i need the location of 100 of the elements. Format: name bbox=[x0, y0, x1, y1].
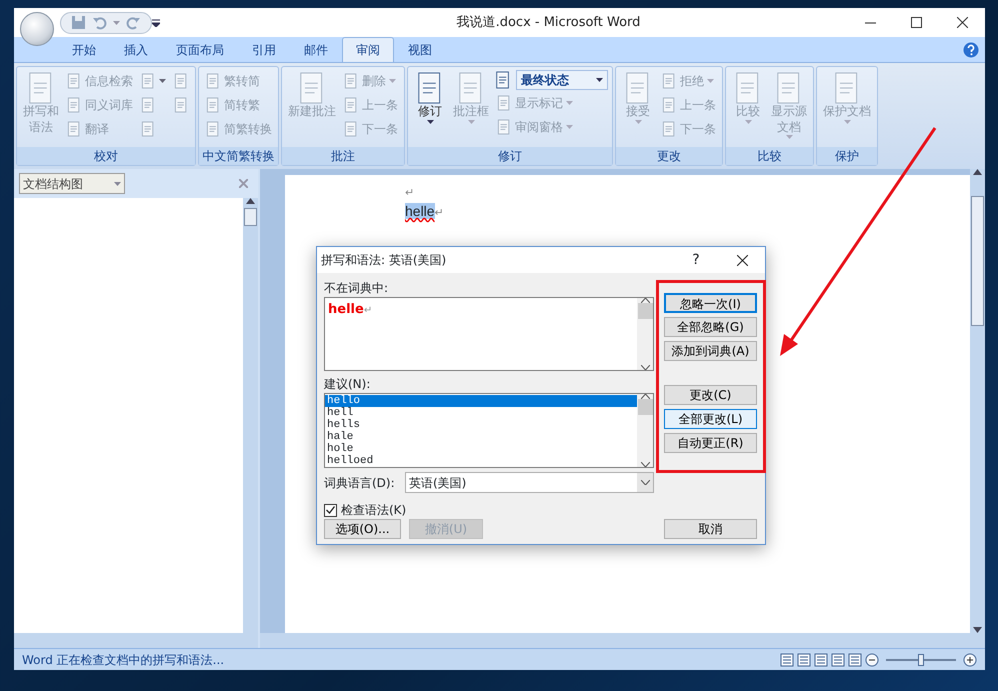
save-icon[interactable] bbox=[71, 15, 86, 30]
caret-icon bbox=[426, 120, 434, 124]
group-label: 比较 bbox=[726, 147, 813, 165]
scrollbar[interactable] bbox=[637, 298, 653, 370]
document-icon bbox=[496, 119, 512, 135]
ribbon-tab[interactable]: 开始 bbox=[58, 37, 110, 62]
scrollbar[interactable] bbox=[14, 633, 258, 648]
field-label: 词典语言(D): bbox=[324, 474, 395, 492]
view-icon[interactable] bbox=[831, 652, 845, 666]
caret-icon bbox=[389, 79, 396, 83]
ribbon-tab[interactable]: 引用 bbox=[238, 37, 290, 62]
document-icon bbox=[661, 121, 677, 137]
checkbox[interactable] bbox=[324, 504, 337, 516]
language-dropdown[interactable]: 英语(美国) bbox=[405, 472, 654, 493]
caret-icon bbox=[844, 120, 850, 124]
dialog-button[interactable]: 选项(O)... bbox=[324, 519, 401, 539]
up-arrow-icon bbox=[973, 169, 982, 175]
view-icon[interactable] bbox=[848, 652, 862, 666]
redo-icon[interactable] bbox=[126, 15, 141, 30]
suggestion-item[interactable]: hells bbox=[325, 419, 637, 431]
view-icon[interactable] bbox=[780, 652, 794, 666]
check-icon bbox=[326, 506, 335, 514]
suggestion-item[interactable]: hole bbox=[325, 443, 637, 455]
document-icon bbox=[66, 97, 82, 113]
suggestion-item[interactable]: hale bbox=[325, 431, 637, 443]
cancel-button[interactable]: 取消 bbox=[664, 519, 757, 539]
field-label: 不在词典中: bbox=[324, 280, 390, 297]
scroll-thumb[interactable] bbox=[971, 196, 984, 326]
dialog-button[interactable]: 自动更正(R) bbox=[664, 433, 757, 453]
text-area[interactable]: helle↵ bbox=[324, 297, 654, 371]
ribbon-tab[interactable]: 审阅 bbox=[342, 37, 394, 62]
view-icon[interactable] bbox=[814, 652, 828, 666]
suggestion-list[interactable]: hello hell hells hale hole helloed bbox=[324, 393, 654, 468]
group-label: 保护 bbox=[817, 147, 877, 165]
ribbon-button[interactable]: 修订 bbox=[412, 70, 448, 147]
scroll-thumb[interactable] bbox=[638, 303, 652, 319]
scrollbar[interactable] bbox=[260, 633, 985, 648]
scroll-thumb[interactable] bbox=[244, 208, 257, 226]
ribbon-tab[interactable]: 视图 bbox=[394, 37, 446, 62]
caret-icon bbox=[786, 135, 792, 140]
scrollbar[interactable] bbox=[970, 169, 985, 633]
selected-text: helle bbox=[405, 203, 435, 219]
suggestion-item[interactable]: helloed bbox=[325, 455, 637, 467]
document-icon bbox=[140, 97, 156, 113]
zoom-out-icon[interactable] bbox=[865, 652, 879, 666]
caret-icon bbox=[596, 78, 603, 82]
help-button[interactable]: ? bbox=[673, 250, 719, 270]
group-label: 中文简繁转换 bbox=[199, 147, 278, 165]
misspelled-word: helle bbox=[328, 302, 364, 317]
caret-icon bbox=[159, 79, 166, 83]
up-arrow-icon bbox=[246, 198, 255, 204]
document-icon bbox=[140, 73, 156, 89]
zoom-in-icon[interactable] bbox=[963, 652, 977, 666]
dialog-button[interactable]: 全部更改(L) bbox=[664, 409, 757, 429]
scrollbar[interactable] bbox=[637, 394, 653, 467]
chevron-down-icon bbox=[640, 480, 650, 485]
paragraph-mark: ↵ bbox=[364, 305, 372, 316]
ribbon-tab[interactable]: 页面布局 bbox=[162, 37, 238, 62]
close-icon[interactable] bbox=[736, 254, 748, 266]
document-icon bbox=[343, 97, 359, 113]
document-icon bbox=[173, 97, 189, 113]
view-icon[interactable] bbox=[797, 652, 811, 666]
paragraph-mark: ↵ bbox=[405, 187, 414, 199]
document-icon bbox=[205, 121, 221, 137]
caret-icon bbox=[566, 125, 573, 129]
ribbon-tab[interactable]: 邮件 bbox=[290, 37, 342, 62]
dialog-button[interactable]: 添加到词典(A) bbox=[664, 341, 757, 361]
checkbox-label: 检查语法(K) bbox=[341, 502, 406, 519]
document-icon bbox=[173, 73, 189, 89]
undo-icon[interactable] bbox=[92, 15, 107, 30]
scrollbar[interactable] bbox=[243, 198, 258, 633]
suggestion-item[interactable]: hell bbox=[325, 407, 637, 419]
group-label: 批注 bbox=[282, 147, 404, 165]
dialog-title: 拼写和语法: 英语(美国) bbox=[321, 252, 446, 269]
maximize-icon[interactable] bbox=[910, 17, 922, 28]
caret-icon bbox=[114, 182, 121, 186]
caret-icon bbox=[634, 120, 642, 124]
dialog-button[interactable]: 忽略一次(I) bbox=[664, 293, 757, 313]
document-icon bbox=[205, 73, 221, 89]
document-icon bbox=[496, 95, 512, 111]
help-icon[interactable] bbox=[963, 42, 979, 58]
caret-icon bbox=[707, 79, 714, 83]
dialog-button[interactable]: 更改(C) bbox=[664, 385, 757, 405]
paragraph-mark: ↵ bbox=[434, 207, 444, 219]
close-icon[interactable] bbox=[956, 17, 968, 28]
document-icon bbox=[343, 121, 359, 137]
down-arrow-icon bbox=[973, 627, 982, 633]
suggestion-item[interactable]: hello bbox=[325, 395, 637, 407]
markup-view-dropdown[interactable]: 最终状态 bbox=[516, 70, 608, 90]
scroll-thumb[interactable] bbox=[638, 399, 652, 415]
slider-thumb[interactable] bbox=[918, 654, 924, 666]
customize-caret-icon[interactable] bbox=[152, 18, 160, 26]
view-dropdown[interactable]: 文档结构图 bbox=[19, 173, 125, 194]
dialog-button[interactable]: 全部忽略(G) bbox=[664, 317, 757, 337]
document-icon bbox=[661, 73, 677, 89]
ribbon-tab[interactable]: 插入 bbox=[110, 37, 162, 62]
document-icon bbox=[205, 97, 221, 113]
office-button[interactable] bbox=[20, 12, 54, 46]
document-icon bbox=[661, 97, 677, 113]
caret-icon bbox=[744, 120, 752, 124]
